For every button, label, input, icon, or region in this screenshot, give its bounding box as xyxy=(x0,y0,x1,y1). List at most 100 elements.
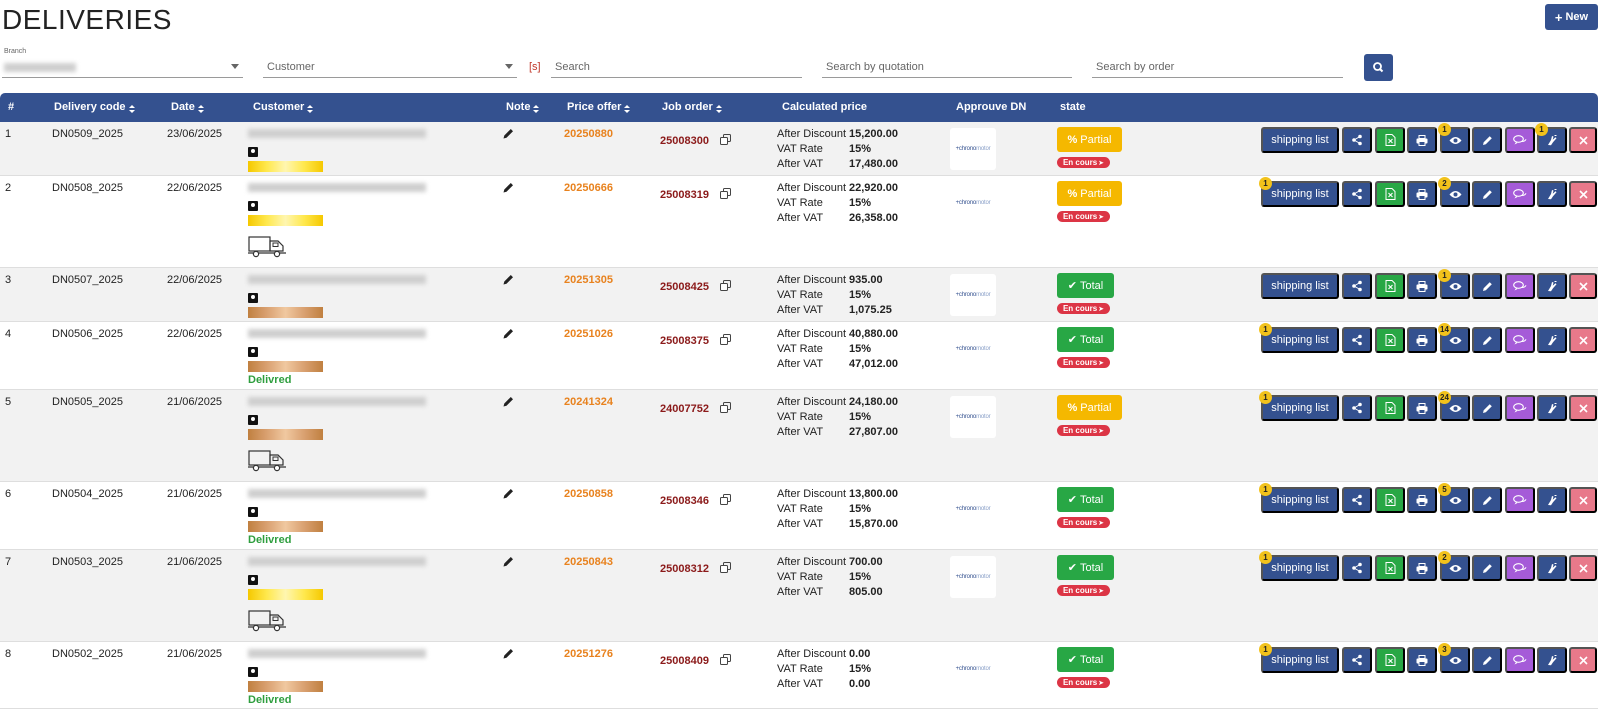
quotation-search-input[interactable]: Search by quotation xyxy=(822,48,1072,78)
approve-dn-logo[interactable]: +chronomotor xyxy=(950,556,996,598)
col-customer[interactable]: Customer xyxy=(253,101,314,113)
note-edit-icon[interactable] xyxy=(502,328,514,340)
export-excel-button[interactable] xyxy=(1375,647,1405,673)
approve-dn-logo[interactable]: +chronomotor xyxy=(950,648,996,690)
edit-button[interactable] xyxy=(1472,555,1502,581)
en-cours-badge[interactable]: En cours ➤ xyxy=(1057,357,1110,368)
print-button[interactable] xyxy=(1407,555,1437,581)
delete-button[interactable] xyxy=(1569,395,1597,421)
search-input[interactable]: Search xyxy=(551,48,802,78)
shipping-list-button[interactable]: shipping list 1 xyxy=(1259,323,1339,353)
copy-icon[interactable] xyxy=(720,654,731,665)
col-delivery-code[interactable]: Delivery code xyxy=(54,101,135,113)
handover-button[interactable] xyxy=(1537,647,1567,673)
job-order-link[interactable]: 25008425 xyxy=(660,281,709,293)
job-order-link[interactable]: 25008375 xyxy=(660,335,709,347)
price-offer-link[interactable]: 20251026 xyxy=(564,328,613,340)
state-badge[interactable]: % Partial xyxy=(1057,127,1122,152)
en-cours-badge[interactable]: En cours ➤ xyxy=(1057,303,1110,314)
export-excel-button[interactable] xyxy=(1375,487,1405,513)
handover-button[interactable]: 1 xyxy=(1535,123,1567,153)
job-order-link[interactable]: 25008319 xyxy=(660,189,709,201)
price-offer-link[interactable]: 20250880 xyxy=(564,128,613,140)
handover-button[interactable] xyxy=(1537,395,1567,421)
state-badge[interactable]: ✔ Total xyxy=(1057,487,1114,512)
job-order-link[interactable]: 25008409 xyxy=(660,655,709,667)
price-offer-link[interactable]: 20250858 xyxy=(564,488,613,500)
copy-icon[interactable] xyxy=(720,402,731,413)
copy-icon[interactable] xyxy=(720,494,731,505)
export-excel-button[interactable] xyxy=(1375,273,1405,299)
en-cours-badge[interactable]: En cours ➤ xyxy=(1057,517,1110,528)
shipping-list-button[interactable]: shipping list 1 xyxy=(1259,177,1339,207)
comments-button[interactable] xyxy=(1505,647,1535,673)
export-excel-button[interactable] xyxy=(1375,555,1405,581)
handover-button[interactable] xyxy=(1537,273,1567,299)
delete-button[interactable] xyxy=(1569,127,1597,153)
print-button[interactable] xyxy=(1407,273,1437,299)
customer-select[interactable]: Customer xyxy=(263,48,517,78)
delete-button[interactable] xyxy=(1569,273,1597,299)
note-edit-icon[interactable] xyxy=(502,182,514,194)
note-edit-icon[interactable] xyxy=(502,128,514,140)
job-order-link[interactable]: 24007752 xyxy=(660,403,709,415)
job-order-link[interactable]: 25008312 xyxy=(660,563,709,575)
delete-button[interactable] xyxy=(1569,555,1597,581)
approve-dn-logo[interactable]: +chronomotor xyxy=(950,274,996,316)
comments-button[interactable] xyxy=(1505,273,1535,299)
search-button[interactable] xyxy=(1364,54,1393,81)
view-button[interactable]: 2 xyxy=(1438,177,1470,207)
delete-button[interactable] xyxy=(1569,327,1597,353)
handover-button[interactable] xyxy=(1537,555,1567,581)
en-cours-badge[interactable]: En cours ➤ xyxy=(1057,677,1110,688)
handover-button[interactable] xyxy=(1537,327,1567,353)
approve-dn-logo[interactable]: +chronomotor xyxy=(950,328,996,370)
share-button[interactable] xyxy=(1342,395,1372,421)
price-offer-link[interactable]: 20250843 xyxy=(564,556,613,568)
edit-button[interactable] xyxy=(1472,273,1502,299)
en-cours-badge[interactable]: En cours ➤ xyxy=(1057,425,1110,436)
edit-button[interactable] xyxy=(1472,181,1502,207)
en-cours-badge[interactable]: En cours ➤ xyxy=(1057,211,1110,222)
delete-button[interactable] xyxy=(1569,181,1597,207)
view-button[interactable]: 3 xyxy=(1438,643,1470,673)
view-button[interactable]: 14 xyxy=(1438,323,1470,353)
note-edit-icon[interactable] xyxy=(502,488,514,500)
view-button[interactable]: 24 xyxy=(1438,391,1470,421)
branch-select[interactable]: Branch xyxy=(2,48,243,78)
en-cours-badge[interactable]: En cours ➤ xyxy=(1057,585,1110,596)
print-button[interactable] xyxy=(1407,647,1437,673)
approve-dn-logo[interactable]: +chronomotor xyxy=(950,488,996,530)
edit-button[interactable] xyxy=(1472,327,1502,353)
print-button[interactable] xyxy=(1407,127,1437,153)
print-button[interactable] xyxy=(1407,327,1437,353)
handover-button[interactable] xyxy=(1537,487,1567,513)
comments-button[interactable] xyxy=(1505,127,1535,153)
share-button[interactable] xyxy=(1342,127,1372,153)
state-badge[interactable]: % Partial xyxy=(1057,395,1122,420)
approve-dn-logo[interactable]: +chronomotor xyxy=(950,128,996,170)
comments-button[interactable] xyxy=(1505,181,1535,207)
shipping-list-button[interactable]: shipping list 1 xyxy=(1259,551,1339,581)
comments-button[interactable] xyxy=(1505,395,1535,421)
price-offer-link[interactable]: 20251305 xyxy=(564,274,613,286)
share-button[interactable] xyxy=(1342,647,1372,673)
shipping-list-button[interactable]: shipping list 1 xyxy=(1259,391,1339,421)
shipping-list-button[interactable]: shipping list 1 xyxy=(1259,483,1339,513)
export-excel-button[interactable] xyxy=(1375,327,1405,353)
note-edit-icon[interactable] xyxy=(502,274,514,286)
share-button[interactable] xyxy=(1342,181,1372,207)
share-button[interactable] xyxy=(1342,327,1372,353)
col-job-order[interactable]: Job order xyxy=(662,101,722,113)
col-note[interactable]: Note xyxy=(506,101,540,113)
approve-dn-logo[interactable]: +chronomotor xyxy=(950,182,996,224)
job-order-link[interactable]: 25008300 xyxy=(660,135,709,147)
en-cours-badge[interactable]: En cours ➤ xyxy=(1057,157,1110,168)
comments-button[interactable] xyxy=(1505,487,1535,513)
delete-button[interactable] xyxy=(1569,647,1597,673)
new-delivery-button[interactable]: + New xyxy=(1545,4,1598,30)
job-order-link[interactable]: 25008346 xyxy=(660,495,709,507)
note-edit-icon[interactable] xyxy=(502,648,514,660)
comments-button[interactable] xyxy=(1505,327,1535,353)
print-button[interactable] xyxy=(1407,487,1437,513)
